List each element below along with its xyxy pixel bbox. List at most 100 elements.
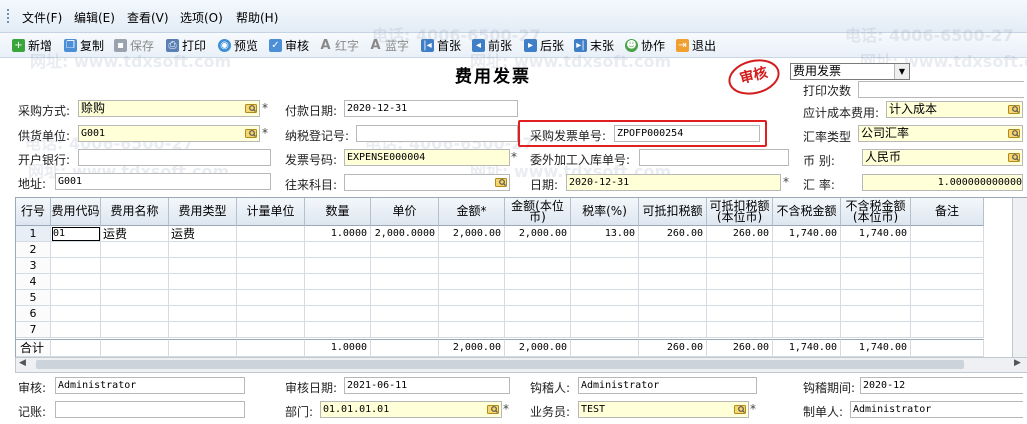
scroll-left-icon[interactable]: ◀: [19, 358, 26, 368]
table-cell[interactable]: [101, 306, 169, 322]
table-cell[interactable]: [305, 306, 371, 322]
table-cell[interactable]: [773, 258, 841, 274]
bank-field[interactable]: [78, 149, 271, 166]
column-header[interactable]: 行号: [16, 198, 51, 226]
table-cell[interactable]: [51, 258, 101, 274]
lookup-icon[interactable]: [245, 102, 257, 114]
first-button[interactable]: |◂ 首张: [421, 37, 461, 53]
next-button[interactable]: ▸ 后张: [524, 37, 564, 53]
table-cell[interactable]: 1.0000: [305, 226, 371, 242]
table-cell[interactable]: [371, 290, 439, 306]
table-cell[interactable]: [305, 274, 371, 290]
table-cell[interactable]: [841, 322, 911, 338]
column-header[interactable]: 数量: [305, 198, 371, 226]
table-cell[interactable]: [237, 226, 305, 242]
table-cell[interactable]: [639, 322, 707, 338]
table-cell[interactable]: [639, 242, 707, 258]
purchase-invoice-field[interactable]: ZPOFP000254: [614, 125, 760, 142]
purchase-method-field[interactable]: 赊购: [78, 100, 260, 117]
column-header[interactable]: 金额(本位币): [505, 198, 571, 226]
table-cell[interactable]: [505, 274, 571, 290]
table-cell[interactable]: [169, 274, 237, 290]
table-cell[interactable]: [571, 306, 639, 322]
lookup-icon[interactable]: [1008, 103, 1020, 115]
save-button[interactable]: ▪ 保存: [114, 37, 154, 53]
exit-button[interactable]: ⇥ 退出: [676, 37, 716, 53]
table-cell[interactable]: [773, 274, 841, 290]
table-cell[interactable]: [505, 258, 571, 274]
lookup-icon[interactable]: [487, 403, 499, 415]
dept-field[interactable]: 01.01.01.01: [320, 401, 502, 418]
table-cell[interactable]: [911, 306, 984, 322]
table-cell[interactable]: [305, 258, 371, 274]
table-cell[interactable]: [51, 242, 101, 258]
table-cell[interactable]: [439, 322, 505, 338]
table-cell[interactable]: [237, 274, 305, 290]
currency-field[interactable]: 人民币: [862, 149, 1023, 166]
table-cell[interactable]: [911, 226, 984, 242]
last-button[interactable]: ▸| 末张: [574, 37, 614, 53]
table-cell[interactable]: 260.00: [707, 226, 773, 242]
lookup-icon[interactable]: [1008, 127, 1020, 139]
table-cell[interactable]: [841, 258, 911, 274]
table-cell[interactable]: [51, 322, 101, 338]
invoice-no-field[interactable]: EXPENSE000004: [344, 149, 510, 166]
table-cell[interactable]: [439, 258, 505, 274]
table-cell[interactable]: [707, 290, 773, 306]
lookup-icon[interactable]: [495, 176, 507, 188]
table-cell[interactable]: [773, 306, 841, 322]
table-cell[interactable]: [571, 290, 639, 306]
new-button[interactable]: + 新增: [12, 37, 52, 53]
table-cell[interactable]: [101, 322, 169, 338]
table-cell[interactable]: [571, 274, 639, 290]
table-cell[interactable]: [439, 274, 505, 290]
blue-text-button[interactable]: A 蓝字: [369, 37, 409, 53]
table-cell[interactable]: [505, 306, 571, 322]
table-cell[interactable]: [707, 322, 773, 338]
column-header[interactable]: 费用类型: [169, 198, 237, 226]
column-header[interactable]: 备注: [911, 198, 984, 226]
table-cell[interactable]: 260.00: [639, 226, 707, 242]
horizontal-scrollbar[interactable]: ◀ ▶: [15, 357, 1027, 373]
table-cell[interactable]: [639, 258, 707, 274]
table-cell[interactable]: [571, 258, 639, 274]
table-cell[interactable]: [911, 322, 984, 338]
table-cell[interactable]: [371, 274, 439, 290]
table-cell[interactable]: [505, 242, 571, 258]
salesman-field[interactable]: TEST: [578, 401, 749, 418]
table-cell[interactable]: [305, 322, 371, 338]
table-cell[interactable]: [841, 242, 911, 258]
table-cell[interactable]: [169, 306, 237, 322]
table-cell[interactable]: [305, 290, 371, 306]
lookup-icon[interactable]: [734, 403, 746, 415]
column-header[interactable]: 可抵扣税额: [639, 198, 707, 226]
column-header[interactable]: 不含税金额: [773, 198, 841, 226]
table-cell[interactable]: [237, 258, 305, 274]
table-cell[interactable]: [911, 242, 984, 258]
account-field[interactable]: [344, 174, 510, 191]
table-cell[interactable]: [773, 290, 841, 306]
preview-button[interactable]: ◉ 预览: [218, 37, 258, 53]
menu-file[interactable]: 文件(F): [22, 9, 62, 26]
table-cell[interactable]: [371, 306, 439, 322]
table-cell[interactable]: [911, 258, 984, 274]
date-field[interactable]: 2020-12-31: [566, 174, 781, 191]
table-cell[interactable]: [707, 258, 773, 274]
table-cell[interactable]: [101, 258, 169, 274]
table-cell[interactable]: [841, 290, 911, 306]
rate-field[interactable]: 1.000000000000: [862, 174, 1023, 191]
table-cell[interactable]: [371, 258, 439, 274]
table-cell[interactable]: [505, 290, 571, 306]
menu-edit[interactable]: 编辑(E): [74, 9, 115, 26]
column-header[interactable]: 计量单位: [237, 198, 305, 226]
lookup-icon[interactable]: [245, 127, 257, 139]
table-cell[interactable]: 1,740.00: [773, 226, 841, 242]
table-cell[interactable]: [237, 242, 305, 258]
print-button[interactable]: ⎙ 打印: [166, 37, 206, 53]
table-cell[interactable]: [639, 306, 707, 322]
approve-button[interactable]: ✓ 审核: [269, 37, 309, 53]
menu-help[interactable]: 帮助(H): [236, 9, 278, 26]
column-header[interactable]: 可抵扣税额(本位币): [707, 198, 773, 226]
table-cell[interactable]: [841, 274, 911, 290]
table-cell[interactable]: [169, 242, 237, 258]
